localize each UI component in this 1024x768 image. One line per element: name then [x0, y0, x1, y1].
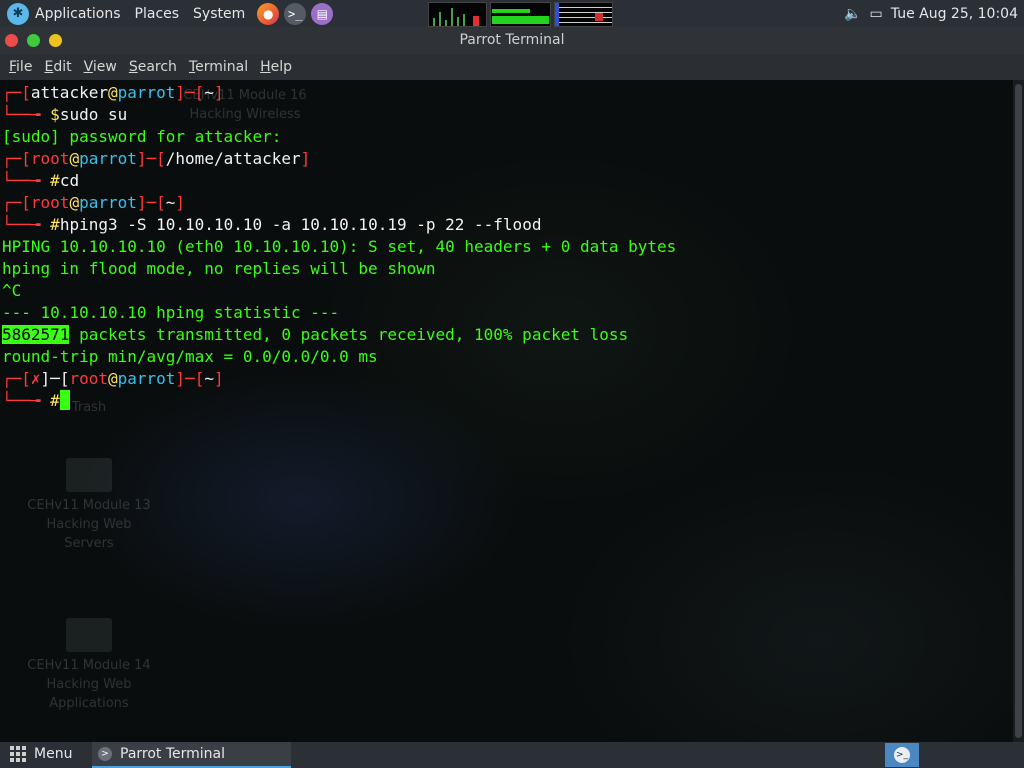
- terminal-menubar: File Edit View Search Terminal Help: [0, 54, 1024, 80]
- terminal-scrollbar[interactable]: [1013, 80, 1024, 742]
- cpu-monitor[interactable]: [428, 2, 487, 27]
- network-monitor[interactable]: [554, 2, 613, 27]
- start-menu-button[interactable]: Menu: [10, 746, 72, 762]
- volume-icon[interactable]: 🔈: [844, 6, 861, 22]
- menu-terminal[interactable]: Terminal: [189, 59, 248, 75]
- system-tray: 🔈 ▭ Tue Aug 25, 10:04: [844, 0, 1018, 27]
- menu-view[interactable]: View: [84, 59, 117, 75]
- parrot-logo-icon[interactable]: ✱: [7, 2, 29, 25]
- terminal-icon: >: [98, 747, 112, 761]
- window-titlebar[interactable]: Parrot Terminal: [0, 27, 1024, 54]
- taskbar-item-parrot-terminal[interactable]: > Parrot Terminal: [92, 742, 291, 768]
- terminal-icon: >_: [894, 747, 910, 763]
- desktop-icon-module13: CEHv11 Module 13 Hacking Web Servers: [24, 458, 154, 553]
- folder-icon: [66, 458, 112, 492]
- desktop-icon-module14: CEHv11 Module 14 Hacking Web Application…: [24, 618, 154, 713]
- firefox-icon[interactable]: ●: [257, 2, 280, 25]
- display-icon[interactable]: ▭: [870, 6, 883, 22]
- menu-file[interactable]: File: [9, 59, 32, 75]
- terminal-icon[interactable]: >_: [284, 2, 307, 25]
- system-monitors[interactable]: [428, 2, 613, 27]
- menu-label: Menu: [34, 746, 73, 762]
- window-title: Parrot Terminal: [459, 32, 565, 48]
- grid-menu-icon: [10, 746, 26, 762]
- folder-icon: [66, 618, 112, 652]
- menu-edit[interactable]: Edit: [44, 59, 71, 75]
- terminal-cursor: [59, 390, 70, 410]
- memory-monitor[interactable]: [490, 2, 551, 27]
- scrollbar-thumb[interactable]: [1015, 84, 1022, 738]
- menu-search[interactable]: Search: [129, 59, 177, 75]
- menu-help[interactable]: Help: [260, 59, 292, 75]
- clock[interactable]: Tue Aug 25, 10:04: [891, 6, 1018, 22]
- terminal-output-area[interactable]: CEHv11 Module 16 Hacking Wireless Trash …: [0, 80, 1013, 742]
- applications-menu[interactable]: Applications: [35, 6, 121, 22]
- places-menu[interactable]: Places: [135, 6, 180, 22]
- top-panel: ✱ Applications Places System ● >_ ▤ 🔈 ▭ …: [0, 0, 1024, 27]
- system-menu[interactable]: System: [193, 6, 245, 22]
- terminal-text: ┌─[attacker@parrot]─[~] └──╼ $sudo su [s…: [2, 83, 677, 410]
- text-editor-icon[interactable]: ▤: [311, 2, 334, 25]
- bottom-panel: Menu > Parrot Terminal ▦ >_: [0, 742, 1024, 768]
- packet-count-highlight: 5862571: [2, 325, 70, 344]
- show-desktop-terminal-button[interactable]: >_: [885, 743, 919, 767]
- taskbar-item-label: Parrot Terminal: [120, 746, 226, 762]
